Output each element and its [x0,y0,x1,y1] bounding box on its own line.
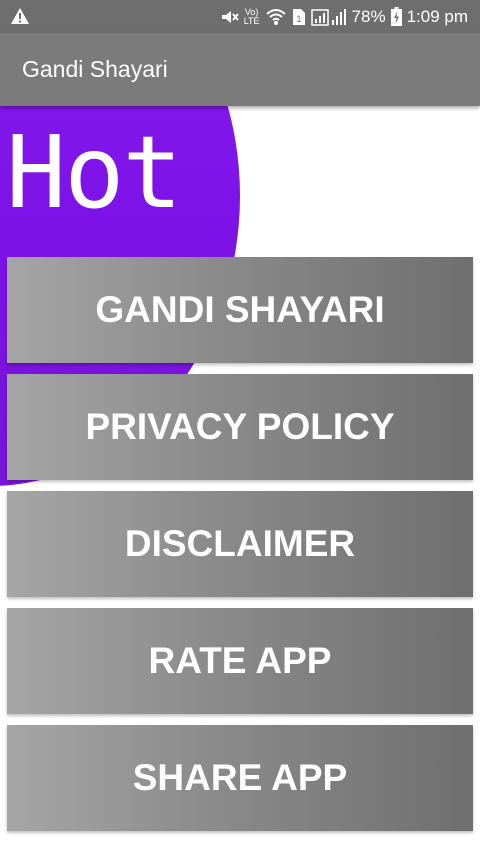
signal-icon [310,8,347,26]
status-time: 1:09 pm [406,6,468,26]
mute-icon [219,7,239,27]
privacy-policy-button[interactable]: PRIVACY POLICY [7,374,473,480]
main-content: Hot GANDI SHAYARI PRIVACY POLICY DISCLAI… [0,106,480,853]
gandi-shayari-button[interactable]: GANDI SHAYARI [7,257,473,363]
battery-percent: 78% [351,6,386,26]
sim-icon: 1 [292,8,306,26]
volte-icon: Vo) LTE [243,6,260,26]
battery-charging-icon [390,7,402,26]
disclaimer-button[interactable]: DISCLAIMER [7,491,473,597]
wifi-icon [265,7,287,27]
svg-text:1: 1 [296,14,301,24]
app-bar: Gandi Shayari [0,33,480,106]
status-bar: Vo) LTE 1 78% 1:09 pm [0,0,480,33]
status-icons: Vo) LTE 1 78% 1:09 pm [219,0,468,33]
hot-banner-text: Hot [6,114,183,231]
warning-icon [10,6,30,26]
rate-app-button[interactable]: RATE APP [7,608,473,714]
share-app-button[interactable]: SHARE APP [7,725,473,831]
app-title: Gandi Shayari [22,56,168,82]
